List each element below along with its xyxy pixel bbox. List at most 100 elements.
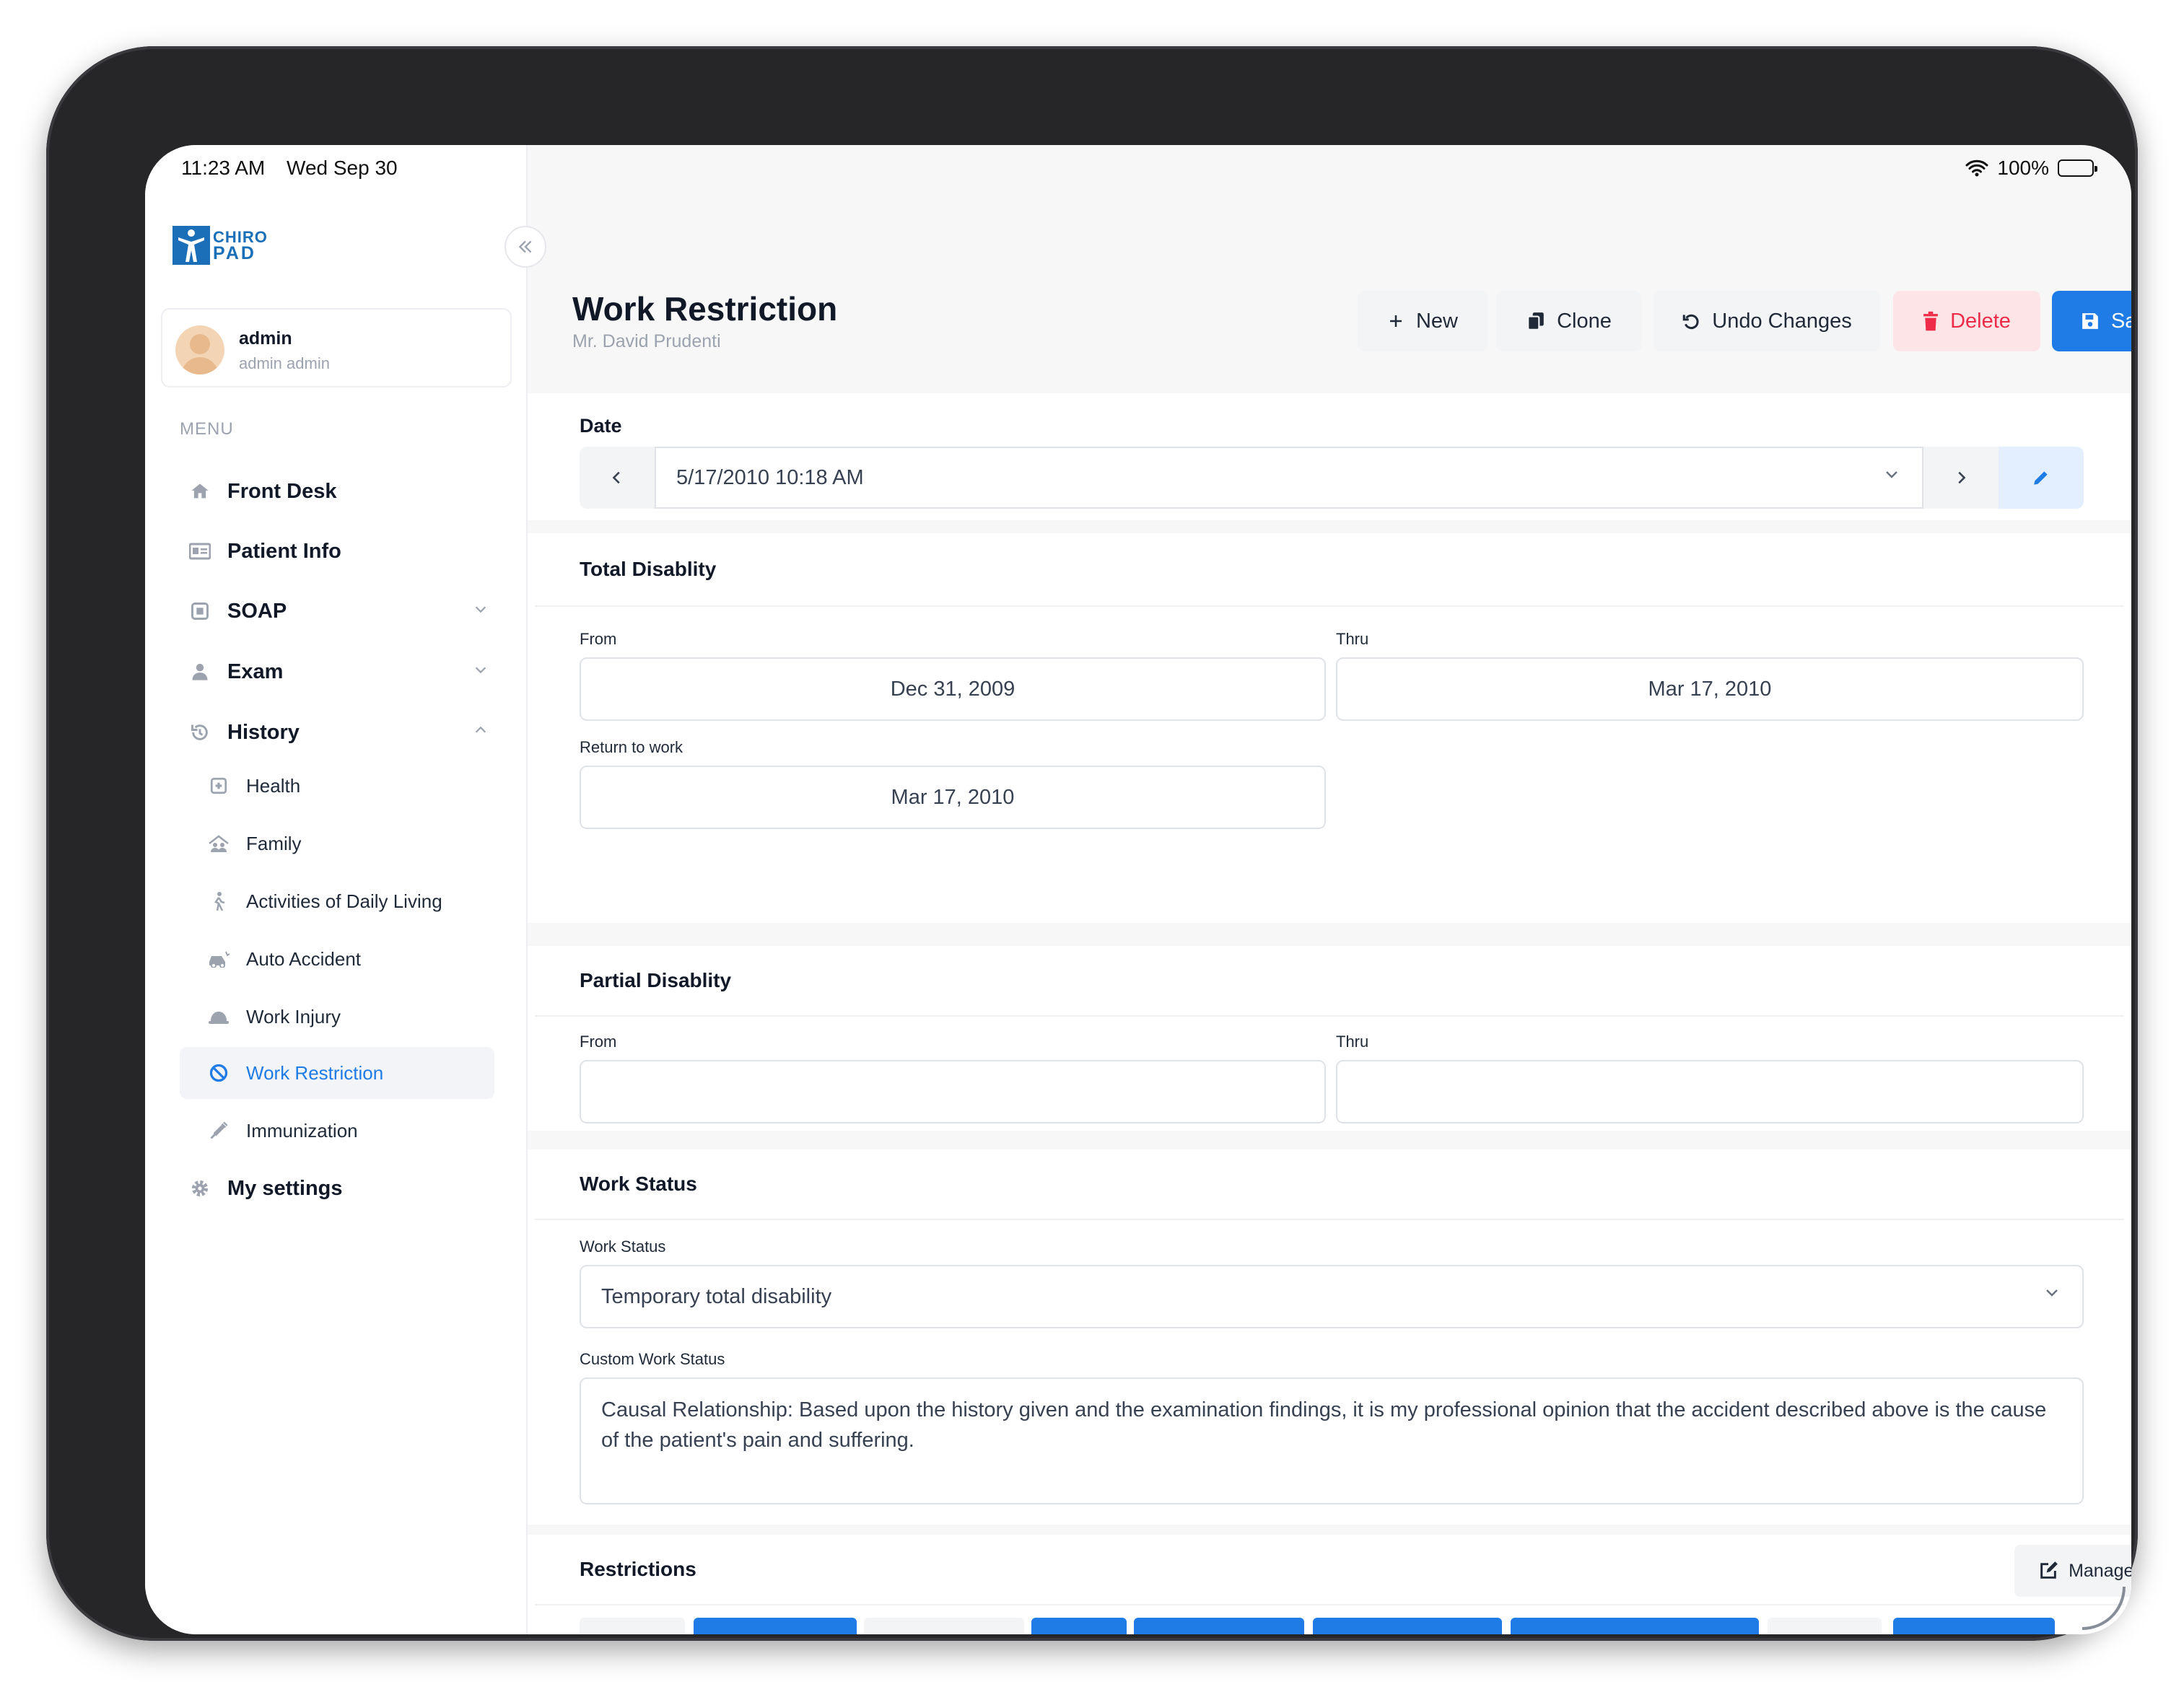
return-to-work-value: Mar 17, 2010 xyxy=(891,785,1015,809)
sidebar-item-front-desk[interactable]: Front Desk xyxy=(180,470,497,513)
sidebar-item-work-restriction[interactable]: Work Restriction xyxy=(180,1047,494,1099)
sidebar-item-label: Auto Accident xyxy=(246,947,361,970)
from-label: From xyxy=(580,630,617,648)
restriction-chip[interactable]: Caring for pets xyxy=(864,1618,1024,1634)
delete-button[interactable]: Delete xyxy=(1893,291,2040,351)
from-label: From xyxy=(580,1033,617,1051)
total-from-date-field[interactable]: Dec 31, 2009 xyxy=(580,657,1326,721)
app-screen: 11:23 AM Wed Sep 30 CHIRO PAD admin admi… xyxy=(145,145,2131,1634)
status-date: Wed Sep 30 xyxy=(287,157,398,179)
patient-name: Mr. David Prudenti xyxy=(572,331,721,351)
sidebar-item-exam[interactable]: Exam xyxy=(180,650,497,693)
save-button[interactable]: Save xyxy=(2052,291,2131,351)
divider xyxy=(535,605,2124,607)
undo-changes-button[interactable]: Undo Changes xyxy=(1654,291,1880,351)
thru-label: Thru xyxy=(1336,1033,1369,1051)
total-disability-section: Total Disablity From Dec 31, 2009 Thru M… xyxy=(528,533,2131,923)
collapse-sidebar-button[interactable] xyxy=(504,226,546,268)
history-icon xyxy=(187,719,213,745)
sidebar-item-health[interactable]: Health xyxy=(180,760,494,812)
sidebar-item-immunization[interactable]: Immunization xyxy=(180,1105,494,1157)
sidebar-item-label: Work Restriction xyxy=(246,1061,384,1084)
logo-mark-icon xyxy=(172,226,210,265)
date-select[interactable]: 5/17/2010 10:18 AM xyxy=(655,447,1923,509)
pencil-icon xyxy=(2034,471,2048,485)
clone-button[interactable]: Clone xyxy=(1496,291,1642,351)
total-from-value: Dec 31, 2009 xyxy=(890,677,1015,701)
status-bar-right: 100% xyxy=(1965,157,2097,180)
app-logo[interactable]: CHIRO PAD xyxy=(172,226,274,266)
save-button-label: Save xyxy=(2110,309,2131,333)
thru-label: Thru xyxy=(1336,630,1369,648)
sidebar-item-my-settings[interactable]: My settings xyxy=(180,1167,497,1210)
car-crash-icon xyxy=(206,946,232,972)
undo-button-label: Undo Changes xyxy=(1712,309,1852,333)
new-button-label: New xyxy=(1415,309,1458,333)
hard-hat-icon xyxy=(206,1004,232,1030)
avatar xyxy=(175,325,224,374)
restriction-chip[interactable]: Climbing stairs xyxy=(1893,1618,2055,1634)
tablet-frame: 11:23 AM Wed Sep 30 CHIRO PAD admin admi… xyxy=(46,46,2138,1641)
medical-file-icon xyxy=(206,773,232,799)
restriction-chip[interactable]: Carrying laundry basket xyxy=(1511,1618,1759,1634)
sidebar-item-work-injury[interactable]: Work Injury xyxy=(180,991,494,1043)
sidebar-item-history[interactable]: History xyxy=(180,711,497,754)
partial-disability-section: Partial Disablity From Thru xyxy=(528,946,2131,1131)
copy-icon xyxy=(1527,312,1544,330)
partial-from-date-field[interactable] xyxy=(580,1060,1326,1123)
custom-work-status-textarea[interactable]: Causal Relationship: Based upon the hist… xyxy=(580,1377,2084,1504)
double-chevron-left-icon xyxy=(518,240,532,253)
restriction-chip[interactable]: Carrying groceries xyxy=(1313,1618,1502,1634)
clipboard-icon xyxy=(187,598,213,624)
new-button[interactable]: New xyxy=(1358,291,1488,351)
sidebar-item-label: My settings xyxy=(227,1176,343,1200)
chevron-down-icon xyxy=(473,601,489,621)
sidebar-item-auto-accident[interactable]: Auto Accident xyxy=(180,933,494,985)
sidebar-item-label: History xyxy=(227,720,300,744)
total-disability-title: Total Disablity xyxy=(580,558,717,580)
sidebar: 11:23 AM Wed Sep 30 CHIRO PAD admin admi… xyxy=(145,145,528,1634)
partial-disability-title: Partial Disablity xyxy=(580,969,732,991)
menu-label: MENU xyxy=(180,419,234,439)
home-icon xyxy=(187,478,213,504)
battery-icon xyxy=(2058,159,2097,177)
restriction-chip[interactable]: Chewing xyxy=(1768,1618,1882,1634)
return-to-work-label: Return to work xyxy=(580,738,683,756)
restriction-chip[interactable]: Carrying xyxy=(1031,1618,1127,1634)
sidebar-item-label: Family xyxy=(246,832,302,854)
restriction-chip[interactable]: Carrying boxes xyxy=(1134,1618,1304,1634)
work-status-label: Work Status xyxy=(580,1237,666,1256)
walking-icon xyxy=(206,888,232,914)
sidebar-item-adl[interactable]: Activities of Daily Living xyxy=(180,875,494,927)
divider xyxy=(535,1219,2124,1220)
ban-icon xyxy=(206,1060,232,1086)
work-status-section: Work Status Work Status Temporary total … xyxy=(528,1149,2131,1525)
work-status-value: Temporary total disability xyxy=(601,1284,832,1308)
sidebar-item-soap[interactable]: SOAP xyxy=(180,590,497,633)
sidebar-item-patient-info[interactable]: Patient Info xyxy=(180,530,497,573)
status-time: 11:23 AM xyxy=(181,157,266,179)
user-name: admin xyxy=(239,328,292,349)
edit-icon xyxy=(2040,1561,2058,1579)
edit-date-button[interactable] xyxy=(1999,447,2084,509)
partial-thru-date-field[interactable] xyxy=(1336,1060,2084,1123)
sidebar-item-family[interactable]: Family xyxy=(180,818,494,869)
total-thru-date-field[interactable]: Mar 17, 2010 xyxy=(1336,657,2084,721)
work-status-title: Work Status xyxy=(580,1173,697,1195)
restriction-chip[interactable]: Bending xyxy=(580,1618,685,1634)
sidebar-item-label: Exam xyxy=(227,660,284,683)
work-status-select[interactable]: Temporary total disability xyxy=(580,1265,2084,1328)
sidebar-item-label: Front Desk xyxy=(227,479,337,503)
user-card[interactable]: admin admin admin xyxy=(161,308,512,387)
return-to-work-date-field[interactable]: Mar 17, 2010 xyxy=(580,766,1326,829)
sidebar-item-label: Activities of Daily Living xyxy=(246,890,442,912)
restriction-chip[interactable]: Blowing leaves xyxy=(694,1618,857,1634)
previous-date-button[interactable] xyxy=(580,447,655,509)
next-date-button[interactable] xyxy=(1923,447,1999,509)
battery-percent: 100% xyxy=(1997,157,2049,179)
divider xyxy=(535,1015,2124,1017)
gear-icon xyxy=(187,1175,213,1201)
delete-button-label: Delete xyxy=(1950,309,2011,333)
custom-work-status-value: Causal Relationship: Based upon the hist… xyxy=(601,1398,2047,1452)
doctor-icon xyxy=(187,659,213,685)
